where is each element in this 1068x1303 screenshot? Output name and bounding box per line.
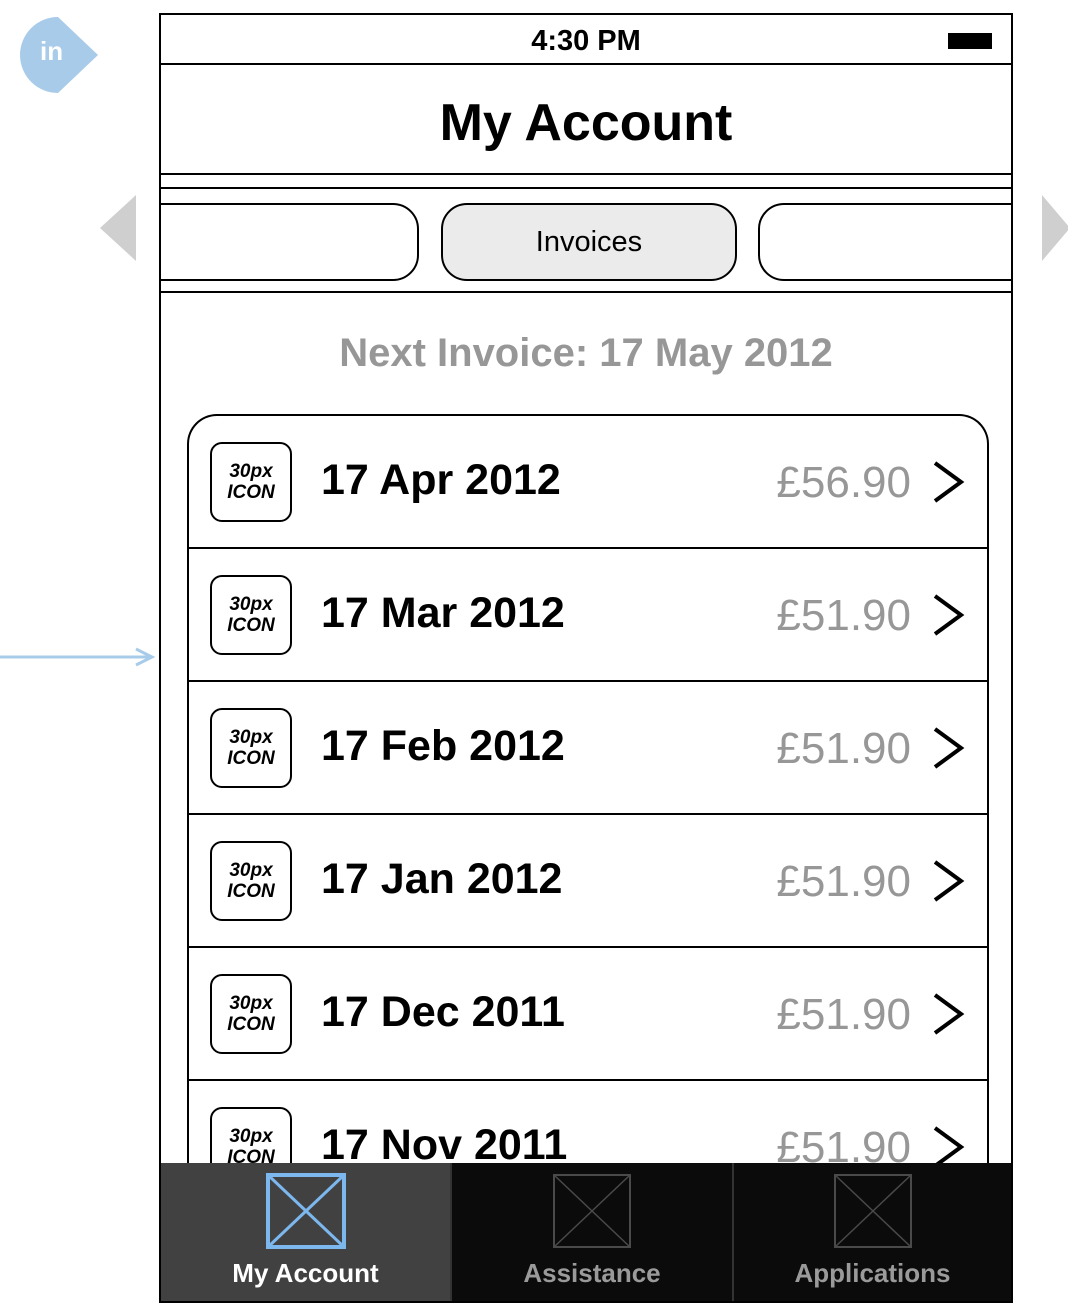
invoice-row[interactable]: 30px ICON 17 Jan 2012 £51.90 [189,815,987,948]
chevron-right-icon[interactable] [931,460,965,504]
placeholder-image-icon [553,1174,631,1248]
invoice-amount: £51.90 [776,591,911,640]
invoice-date: 17 Apr 2012 [321,456,561,504]
invoice-amount: £51.90 [776,857,911,906]
placeholder-image-icon [265,1173,346,1249]
invoice-date: 17 Feb 2012 [321,722,565,770]
invoice-row[interactable]: 30px ICON 17 Apr 2012 £56.90 [189,416,987,549]
tab-label: My Account [232,1258,379,1288]
page-title: My Account [439,94,733,152]
chevron-right-icon[interactable] [931,992,965,1036]
invoice-placeholder-icon: 30px ICON [210,575,292,655]
invoice-list: 30px ICON 17 Apr 2012 £56.90 30px ICON 17 Mar … [187,414,989,1214]
icon-caption-line1: 30px [229,461,273,482]
segment-invoices[interactable]: Invoices [441,203,737,281]
icon-caption-line1: 30px [229,1126,273,1147]
invoice-row[interactable]: 30px ICON 17 Mar 2012 £51.90 [189,549,987,682]
battery-icon [948,33,992,49]
icon-caption-line2: ICON [227,881,275,902]
invoice-amount: £51.90 [776,990,911,1039]
tab-assistance[interactable]: Assistance [450,1163,732,1301]
invoice-row[interactable]: 30px ICON 17 Feb 2012 £51.90 [189,682,987,815]
invoice-amount: £51.90 [776,724,911,773]
status-bar: 4:30 PM [161,15,1011,65]
icon-caption-line2: ICON [227,482,275,503]
icon-caption-line2: ICON [227,615,275,636]
icon-caption-line2: ICON [227,748,275,769]
invoice-date: 17 Mar 2012 [321,589,565,637]
tab-label: Assistance [523,1258,661,1288]
icon-caption-line1: 30px [229,594,273,615]
tab-bar: My Account Assistance Applications [161,1163,1011,1301]
icon-caption-line1: 30px [229,993,273,1014]
chevron-right-icon[interactable] [931,859,965,903]
invoice-placeholder-icon: 30px ICON [210,708,292,788]
invoice-placeholder-icon: 30px ICON [210,841,292,921]
next-invoice-heading: Next Invoice: 17 May 2012 [339,331,833,375]
phone-frame: 4:30 PM My Account Invoices Next Invoice… [159,13,1013,1303]
flow-arrow-icon [0,647,156,667]
chevron-right-icon[interactable] [931,726,965,770]
tab-applications[interactable]: Applications [732,1163,1011,1301]
entry-point-label: in [40,36,64,66]
icon-caption-line1: 30px [229,727,273,748]
segment-previous[interactable] [161,203,419,281]
invoice-row[interactable]: 30px ICON 17 Dec 2011 £51.90 [189,948,987,1081]
icon-caption-line2: ICON [227,1014,275,1035]
status-time: 4:30 PM [531,25,641,57]
invoice-date: 17 Jan 2012 [321,855,563,903]
invoice-date: 17 Dec 2011 [321,988,565,1036]
invoice-placeholder-icon: 30px ICON [210,974,292,1054]
chevron-right-icon[interactable] [931,593,965,637]
segment-carousel: Invoices [161,187,1011,293]
tab-my-account[interactable]: My Account [161,1163,450,1301]
tab-label: Applications [794,1258,951,1288]
carousel-prev-icon[interactable] [100,195,136,261]
segment-next[interactable] [758,203,1011,281]
carousel-next-icon[interactable] [1042,195,1068,261]
icon-caption-line1: 30px [229,860,273,881]
title-bar: My Account [161,65,1011,175]
placeholder-image-icon [833,1174,912,1248]
invoice-placeholder-icon: 30px ICON [210,442,292,522]
invoice-amount: £56.90 [776,458,911,507]
